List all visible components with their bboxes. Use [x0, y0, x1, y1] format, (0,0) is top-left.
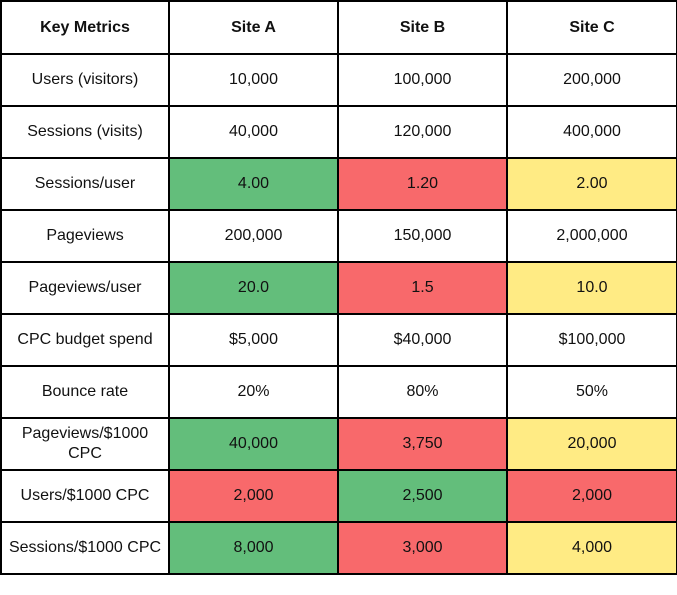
value-cell-site-c: 200,000: [506, 53, 677, 107]
value-cell-site-c: 2.00: [506, 157, 677, 211]
header-site-c: Site C: [506, 0, 677, 55]
value-cell-site-a: 2,000: [168, 469, 339, 523]
metric-label: Sessions/user: [0, 157, 170, 211]
header-row: Key Metrics Site A Site B Site C: [0, 0, 677, 55]
value-cell-site-a: 200,000: [168, 209, 339, 263]
metric-label: Pageviews/$1000 CPC: [0, 417, 170, 471]
value-cell-site-c: 2,000: [506, 469, 677, 523]
value-cell-site-c: 2,000,000: [506, 209, 677, 263]
table-row: Pageviews 200,000 150,000 2,000,000: [0, 209, 677, 263]
value-cell-site-c: 50%: [506, 365, 677, 419]
value-cell-site-c: 20,000: [506, 417, 677, 471]
table-row: Sessions/user 4.00 1.20 2.00: [0, 157, 677, 211]
value-cell-site-b: 1.20: [337, 157, 508, 211]
value-cell-site-b: 120,000: [337, 105, 508, 159]
value-cell-site-c: $100,000: [506, 313, 677, 367]
table-row: Users (visitors) 10,000 100,000 200,000: [0, 53, 677, 107]
header-key-metrics: Key Metrics: [0, 0, 170, 55]
value-cell-site-a: 10,000: [168, 53, 339, 107]
header-site-b: Site B: [337, 0, 508, 55]
value-cell-site-c: 400,000: [506, 105, 677, 159]
value-cell-site-c: 10.0: [506, 261, 677, 315]
value-cell-site-b: 150,000: [337, 209, 508, 263]
value-cell-site-b: $40,000: [337, 313, 508, 367]
table-row: Sessions/$1000 CPC 8,000 3,000 4,000: [0, 521, 677, 575]
value-cell-site-b: 80%: [337, 365, 508, 419]
value-cell-site-a: 40,000: [168, 105, 339, 159]
value-cell-site-a: 4.00: [168, 157, 339, 211]
metric-label: Users/$1000 CPC: [0, 469, 170, 523]
value-cell-site-a: 20%: [168, 365, 339, 419]
value-cell-site-a: 8,000: [168, 521, 339, 575]
metric-label: Users (visitors): [0, 53, 170, 107]
table-body: Users (visitors) 10,000 100,000 200,000 Sess…: [0, 53, 677, 575]
metric-label: Bounce rate: [0, 365, 170, 419]
value-cell-site-a: 40,000: [168, 417, 339, 471]
value-cell-site-b: 100,000: [337, 53, 508, 107]
value-cell-site-a: 20.0: [168, 261, 339, 315]
value-cell-site-c: 4,000: [506, 521, 677, 575]
table-row: Sessions (visits) 40,000 120,000 400,000: [0, 105, 677, 159]
metric-label: Pageviews: [0, 209, 170, 263]
metric-label: CPC budget spend: [0, 313, 170, 367]
table-row: Users/$1000 CPC 2,000 2,500 2,000: [0, 469, 677, 523]
table-row: Pageviews/$1000 CPC 40,000 3,750 20,000: [0, 417, 677, 471]
table-row: Pageviews/user 20.0 1.5 10.0: [0, 261, 677, 315]
key-metrics-table: Key Metrics Site A Site B Site C Users (…: [0, 0, 677, 575]
metric-label: Pageviews/user: [0, 261, 170, 315]
table-row: Bounce rate 20% 80% 50%: [0, 365, 677, 419]
value-cell-site-b: 1.5: [337, 261, 508, 315]
value-cell-site-b: 3,000: [337, 521, 508, 575]
header-site-a: Site A: [168, 0, 339, 55]
metric-label: Sessions (visits): [0, 105, 170, 159]
value-cell-site-b: 3,750: [337, 417, 508, 471]
table-row: CPC budget spend $5,000 $40,000 $100,000: [0, 313, 677, 367]
metric-label: Sessions/$1000 CPC: [0, 521, 170, 575]
value-cell-site-a: $5,000: [168, 313, 339, 367]
value-cell-site-b: 2,500: [337, 469, 508, 523]
